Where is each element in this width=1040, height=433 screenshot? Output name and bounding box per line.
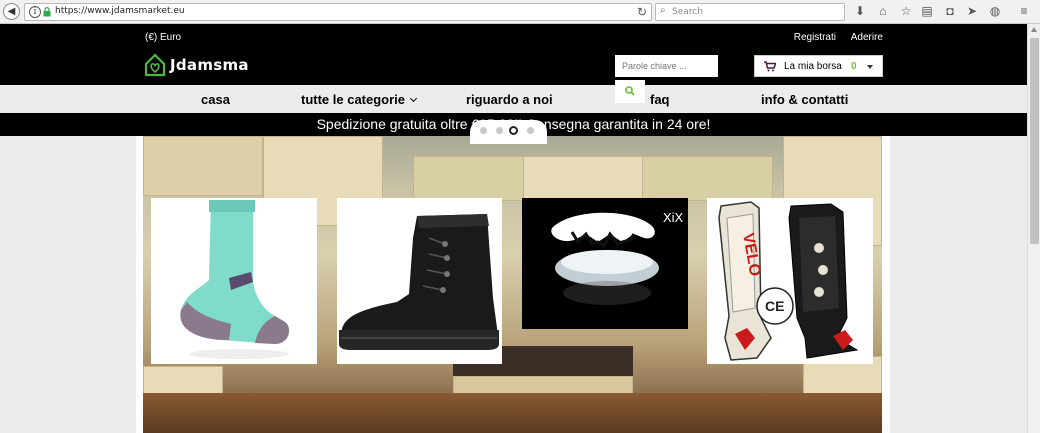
nav-label: faq (650, 92, 670, 107)
join-link[interactable]: Aderire (851, 32, 883, 43)
keyword-search-button[interactable] (615, 80, 645, 103)
product-shin-guards[interactable]: VELO CE (707, 198, 873, 364)
library-icon[interactable]: ▤ (920, 4, 934, 18)
search-icon: ⌕ (660, 5, 666, 16)
home-icon[interactable]: ⌂ (876, 4, 890, 18)
extension-icon[interactable]: ◍ (988, 4, 1002, 18)
nav-label: casa (201, 92, 230, 107)
url-bar[interactable]: i https://www.jdamsmarket.eu ↻ (24, 3, 652, 21)
site-logo[interactable]: Jdamsma (144, 52, 249, 78)
back-button[interactable]: ◀ (3, 3, 20, 20)
bookmark-star-icon[interactable]: ☆ (899, 4, 913, 18)
boot-image (339, 214, 499, 350)
search-icon (625, 86, 635, 96)
product-socks[interactable] (151, 198, 317, 364)
menu-icon[interactable]: ≡ (1017, 4, 1031, 18)
product-boot[interactable] (337, 198, 502, 364)
nav-item-categories[interactable]: tutte le categorie (301, 92, 418, 107)
site-header: (€) Euro Registrati Aderire Jdamsma La m… (0, 24, 1027, 85)
nav-item-about[interactable]: riguardo a noi (466, 92, 553, 107)
url-text: https://www.jdamsmarket.eu (55, 6, 185, 16)
slider-dot-4[interactable] (527, 127, 534, 134)
pocket-icon[interactable]: ◘ (943, 4, 957, 18)
scrollbar[interactable] (1027, 24, 1040, 433)
xix-logo: XiX (663, 210, 684, 225)
nav-item-faq[interactable]: faq (650, 92, 670, 107)
chevron-down-icon (409, 94, 418, 103)
lock-icon (43, 7, 51, 17)
browser-search-placeholder: Search (672, 7, 703, 17)
account-links: Registrati Aderire (782, 32, 883, 43)
currency-selector[interactable]: (€) Euro (145, 32, 181, 43)
info-icon[interactable]: i (29, 6, 41, 18)
download-icon[interactable]: ⬇ (853, 4, 867, 18)
house-logo-icon (144, 53, 166, 77)
nav-item-casa[interactable]: casa (201, 92, 230, 107)
logo-text: Jdamsma (170, 56, 249, 74)
caret-down-icon (867, 65, 873, 69)
mouthguard-image: XiX (551, 210, 684, 305)
socks-image (180, 200, 290, 359)
cart-icon (764, 61, 776, 72)
slider-dot-2[interactable] (496, 127, 503, 134)
shin-guards-image: VELO CE (718, 201, 859, 361)
slider-dot-1[interactable] (480, 127, 487, 134)
nav-item-contacts[interactable]: info & contatti (761, 92, 848, 107)
browser-search-input[interactable]: ⌕ Search (655, 3, 845, 21)
nav-label: info & contatti (761, 92, 849, 107)
cart-label: La mia borsa (784, 61, 842, 72)
register-link[interactable]: Registrati (794, 32, 836, 43)
nav-label: tutte le categorie (301, 92, 406, 107)
slider-dot-3[interactable] (509, 126, 518, 135)
cart-count: 0 (851, 61, 857, 72)
reload-icon[interactable]: ↻ (637, 5, 647, 19)
keyword-search-input[interactable] (615, 55, 718, 77)
scroll-up-icon[interactable] (1031, 27, 1037, 32)
cart-button[interactable]: La mia borsa 0 (754, 55, 883, 77)
main-nav: casa tutte le categorie riguardo a noi f… (0, 85, 1027, 113)
scrollbar-thumb[interactable] (1030, 38, 1039, 244)
send-icon[interactable]: ➤ (965, 4, 979, 18)
browser-toolbar: ◀ i https://www.jdamsmarket.eu ↻ ⌕ Searc… (0, 0, 1040, 24)
product-mouthguard[interactable]: XiX (522, 198, 688, 329)
nav-label: riguardo a noi (466, 92, 553, 107)
svg-text:CE: CE (765, 298, 784, 314)
